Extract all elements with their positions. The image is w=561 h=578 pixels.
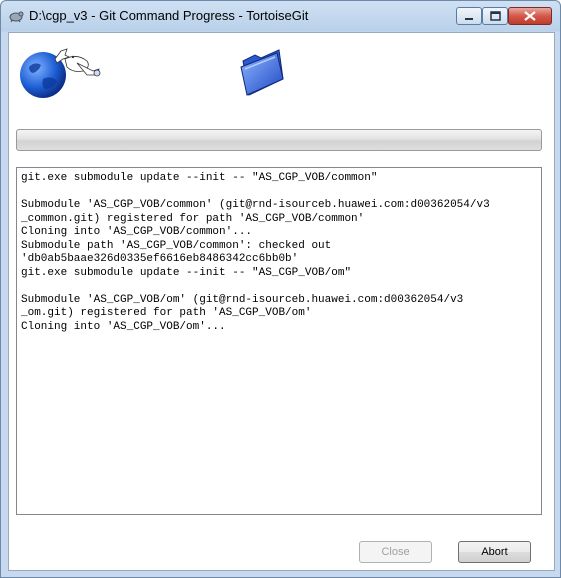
window-close-button[interactable] (508, 7, 552, 25)
log-line: Cloning into 'AS_CGP_VOB/om'... (21, 320, 226, 333)
maximize-button[interactable] (482, 7, 508, 25)
folder-icon (237, 49, 287, 97)
minimize-icon (465, 18, 473, 20)
log-line: Cloning into 'AS_CGP_VOB/common'... (21, 226, 253, 238)
title-bar[interactable]: D:\cgp_v3 - Git Command Progress - Torto… (1, 1, 560, 31)
log-line: _common.git) registered for path 'AS_CGP… (21, 212, 365, 225)
log-line: git.exe submodule update --init -- "AS_C… (21, 172, 378, 184)
maximize-icon (490, 11, 501, 21)
app-window: D:\cgp_v3 - Git Command Progress - Torto… (0, 0, 561, 578)
log-line: Submodule path 'AS_CGP_VOB/common': chec… (21, 239, 332, 252)
minimize-button[interactable] (456, 7, 482, 25)
tortoisegit-icon (8, 8, 24, 24)
log-line: Submodule 'AS_CGP_VOB/om' (git@rnd-isour… (21, 293, 464, 306)
log-line: _om.git) registered for path 'AS_CGP_VOB… (21, 307, 312, 319)
globe-tortoise-icon (17, 45, 107, 101)
log-line: 'db0ab5baae326d0335ef6616eb8486342cc6bb0… (21, 253, 299, 265)
window-title: D:\cgp_v3 - Git Command Progress - Torto… (29, 8, 309, 23)
progress-bar (16, 129, 542, 151)
close-button[interactable]: Close (359, 541, 432, 563)
log-line: git.exe submodule update --init -- "AS_C… (21, 266, 352, 279)
output-log[interactable]: git.exe submodule update --init -- "AS_C… (16, 167, 542, 515)
dialog-client-area: git.exe submodule update --init -- "AS_C… (8, 32, 555, 571)
abort-button[interactable]: Abort (458, 541, 531, 563)
log-line: Submodule 'AS_CGP_VOB/common' (git@rnd-i… (21, 199, 490, 211)
close-icon (524, 11, 536, 21)
